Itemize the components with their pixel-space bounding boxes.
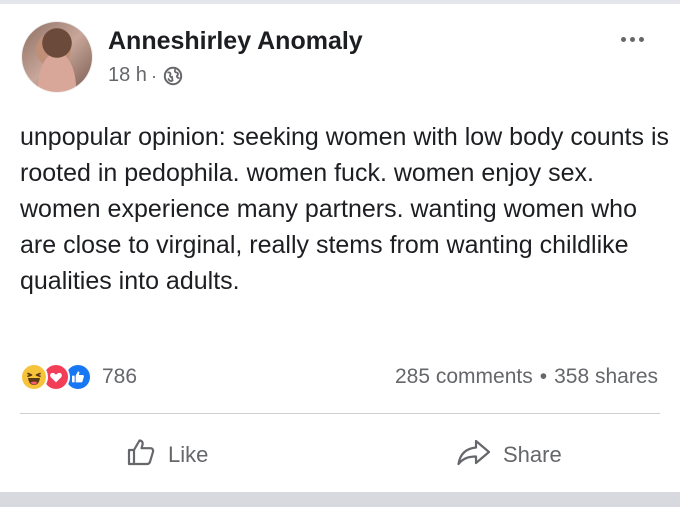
post-text: unpopular opinion: seeking women with lo… (20, 123, 669, 295)
share-label: Share (503, 442, 562, 467)
more-dot (638, 36, 644, 42)
post-meta: 18 h · (108, 64, 183, 87)
globe-icon[interactable] (163, 66, 183, 86)
haha-icon (20, 363, 48, 391)
like-button[interactable]: Like (124, 438, 208, 472)
more-options-button[interactable] (612, 30, 652, 48)
comments-count[interactable]: 285 comments (395, 365, 533, 389)
meta-separator: · (150, 65, 157, 86)
author-avatar[interactable] (22, 22, 92, 92)
actions-divider (20, 413, 660, 414)
thumbs-up-icon (124, 435, 158, 475)
author-name[interactable]: Anneshirley Anomaly (108, 27, 363, 56)
stats-separator: • (539, 365, 548, 388)
post-time[interactable]: 18 h (108, 64, 147, 87)
like-label: Like (168, 442, 209, 467)
more-dot (629, 36, 635, 42)
more-dot (620, 36, 626, 42)
share-button[interactable]: Share (455, 438, 562, 472)
bottom-gray-band (0, 492, 680, 507)
shares-count[interactable]: 358 shares (554, 365, 658, 389)
reaction-count: 786 (102, 365, 138, 388)
engagement-stats: 285 comments • 358 shares (395, 365, 658, 389)
share-arrow-icon (455, 435, 493, 475)
reactions-summary[interactable]: 786 (20, 362, 137, 392)
